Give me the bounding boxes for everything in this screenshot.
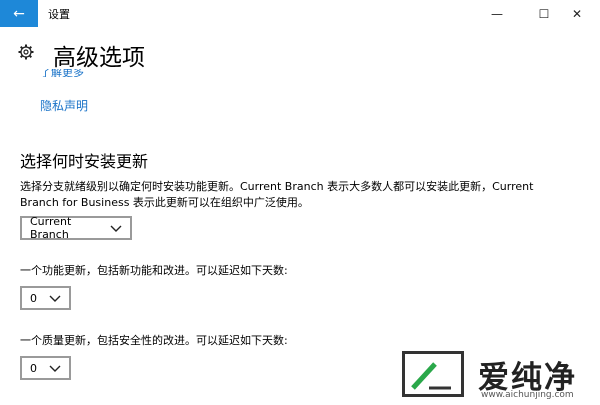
close-button[interactable]: ✕ xyxy=(554,0,600,27)
branch-dropdown-value: Current Branch xyxy=(30,215,72,241)
feature-defer-value: 0 xyxy=(30,291,37,305)
maximize-icon: ☐ xyxy=(538,6,550,21)
quality-update-label: 一个质量更新，包括安全性的改进。可以延迟如下天数: xyxy=(20,334,288,347)
branch-dropdown[interactable]: Current Branch xyxy=(20,215,132,241)
branch-description: 选择分支就绪级别以确定何时安装功能更新。Current Branch 表示大多数… xyxy=(20,180,534,209)
close-icon: ✕ xyxy=(571,6,583,21)
page-title: 高级选项 xyxy=(53,45,145,71)
watermark-leaf-icon xyxy=(411,362,451,390)
minimize-button[interactable]: — xyxy=(474,0,520,27)
title-bar: ← 设置 — ☐ ✕ xyxy=(0,0,600,27)
feature-defer-dropdown[interactable]: 0 xyxy=(20,286,71,310)
watermark-logo xyxy=(402,351,464,397)
quality-defer-value: 0 xyxy=(30,361,37,375)
chevron-down-icon xyxy=(49,365,61,372)
back-arrow-icon: ← xyxy=(13,5,25,22)
feature-update-label: 一个功能更新，包括新功能和改进。可以延迟如下天数: xyxy=(20,264,288,277)
privacy-statement-link[interactable]: 隐私声明 xyxy=(40,97,88,114)
gear-icon xyxy=(18,44,34,60)
learn-more-link[interactable]: 了解更多 xyxy=(40,69,120,77)
window-title: 设置 xyxy=(48,8,70,21)
watermark-url: www.aichunjing.com xyxy=(481,390,574,400)
minimize-icon: — xyxy=(491,6,503,21)
section-title: 选择何时安装更新 xyxy=(20,152,149,171)
quality-defer-dropdown[interactable]: 0 xyxy=(20,356,71,380)
chevron-down-icon xyxy=(49,295,61,302)
back-button[interactable]: ← xyxy=(0,0,38,27)
chevron-down-icon xyxy=(110,225,122,232)
